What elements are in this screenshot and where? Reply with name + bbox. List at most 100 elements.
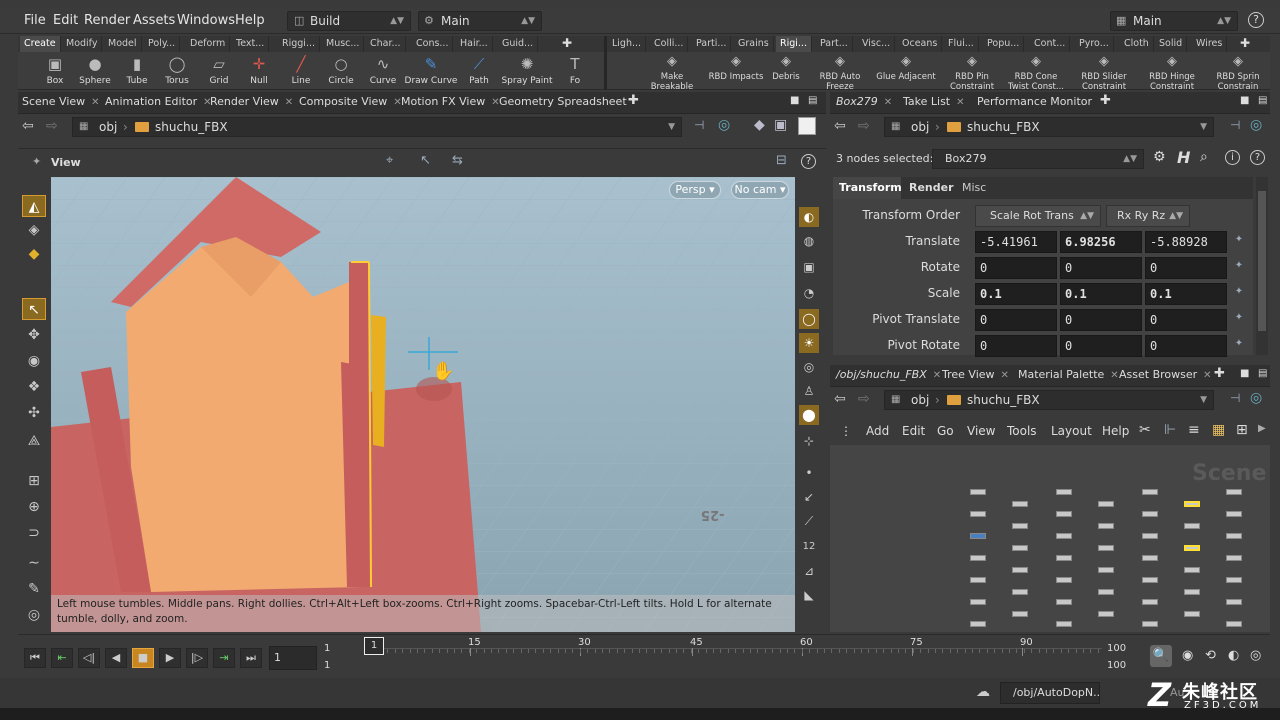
shelf-tab[interactable]: Model xyxy=(104,36,142,52)
shelf-tab[interactable]: Ligh... xyxy=(608,36,647,52)
pen-icon[interactable]: ↙ xyxy=(799,487,819,507)
shelf-tab[interactable]: Popu... xyxy=(983,36,1025,52)
shelf-tool-debris[interactable]: ◈ Debris xyxy=(756,54,816,90)
playhead[interactable]: 1 xyxy=(364,637,384,655)
help-icon[interactable]: ? xyxy=(1248,12,1264,28)
network-node[interactable] xyxy=(1226,621,1242,627)
close-icon[interactable]: ✕ xyxy=(91,97,99,108)
end-frame-2[interactable]: 100 xyxy=(1107,660,1126,671)
forward-arrow-icon[interactable]: ⇨ xyxy=(858,391,870,407)
shading-icon[interactable]: ⬤ xyxy=(799,405,819,425)
viewport-layout-icon[interactable]: ⊟ xyxy=(776,153,787,168)
grid-view-icon[interactable]: ▦ xyxy=(1212,422,1225,438)
pane-menu-icon[interactable]: ▤ xyxy=(1258,95,1267,106)
chevron-down-icon[interactable]: ▼ xyxy=(1200,118,1207,136)
param-field-z[interactable]: 0 xyxy=(1145,309,1227,331)
eye-icon[interactable]: ◎ xyxy=(22,604,46,626)
timeline-track[interactable] xyxy=(364,648,1102,668)
path-node[interactable]: shuchu_FBX xyxy=(135,118,228,136)
shelf-tab[interactable]: Wires xyxy=(1192,36,1228,52)
prev-keyframe-icon[interactable]: ⇤ xyxy=(51,648,73,668)
select-tool-icon[interactable]: ↖ xyxy=(22,298,46,320)
param-field-x[interactable]: 0 xyxy=(975,309,1057,331)
menu-help[interactable]: Help xyxy=(235,13,265,28)
search-icon[interactable]: ⌕ xyxy=(1200,149,1208,165)
magnet-icon[interactable]: ⊃ xyxy=(22,522,46,544)
target-icon[interactable]: ◎ xyxy=(799,357,819,377)
settings-icon[interactable]: ◎ xyxy=(1250,648,1261,663)
network-node[interactable] xyxy=(1142,533,1158,539)
pose-tool-icon[interactable]: ◈ xyxy=(22,219,46,241)
add-tab-icon[interactable]: ✚ xyxy=(1214,366,1225,381)
network-node[interactable] xyxy=(1056,511,1072,517)
subtab-misc[interactable]: Misc xyxy=(957,177,991,199)
shelf-tool-glue-adjacent[interactable]: ◈ Glue Adjacent xyxy=(876,54,936,90)
network-node[interactable] xyxy=(1012,523,1028,529)
step-forward-icon[interactable]: |▷ xyxy=(186,648,208,668)
gear-icon[interactable]: ⚙ xyxy=(1153,149,1166,165)
add-shelf-tab-right-icon[interactable]: ✚ xyxy=(1240,36,1250,50)
lock-icon[interactable]: ▣ xyxy=(799,257,819,277)
network-node[interactable] xyxy=(1098,545,1114,551)
move-tool-icon[interactable]: ✥ xyxy=(22,324,46,346)
cube-view-icon[interactable]: ◆ xyxy=(754,117,765,133)
tab-network-path[interactable]: /obj/shuchu_FBX ✕ xyxy=(836,368,941,381)
shelf-tab[interactable]: Flui... xyxy=(944,36,979,52)
back-arrow-icon[interactable]: ⇦ xyxy=(22,118,34,134)
path-node[interactable]: shuchu_FBX xyxy=(947,118,1040,136)
network-menu-add[interactable]: Add xyxy=(866,424,889,438)
tilde-icon[interactable]: ∼ xyxy=(22,552,46,574)
cloud-icon[interactable]: ☁ xyxy=(976,684,990,700)
network-node[interactable] xyxy=(1142,511,1158,517)
network-node[interactable] xyxy=(970,555,986,561)
subtab-render[interactable]: Render xyxy=(903,177,955,199)
chevron-down-icon[interactable]: ▼ xyxy=(1200,391,1207,409)
display-icon[interactable]: ◐ xyxy=(799,207,819,227)
menu-file[interactable]: File xyxy=(24,13,46,28)
snap-grid-icon[interactable]: ⊞ xyxy=(22,470,46,492)
loop-icon[interactable]: ⟲ xyxy=(1205,648,1216,663)
add-shelf-tab-icon[interactable]: ✚ xyxy=(562,36,572,50)
shelf-tool-rbd-auto-freeze[interactable]: ◈ RBD Auto Freeze xyxy=(810,54,870,92)
network-node[interactable] xyxy=(1098,611,1114,617)
next-keyframe-icon[interactable]: ⇥ xyxy=(213,648,235,668)
network-node[interactable] xyxy=(970,533,986,539)
viewport-title[interactable]: View xyxy=(51,156,81,169)
shelf-tab[interactable]: Cons... xyxy=(412,36,454,52)
tab-box279[interactable]: Box279 ✕ xyxy=(836,95,892,108)
forward-arrow-icon[interactable]: ⇨ xyxy=(46,118,58,134)
param-field-y[interactable]: 0.1 xyxy=(1060,283,1142,305)
maximize-icon[interactable]: ■ xyxy=(1240,95,1249,106)
network-menu-icon[interactable]: ⋮ xyxy=(840,424,852,438)
network-node[interactable] xyxy=(1226,511,1242,517)
param-field-y[interactable]: 6.98256 xyxy=(1060,231,1142,253)
shelf-tab[interactable]: Solid xyxy=(1155,36,1188,52)
link-icon[interactable]: ◎ xyxy=(1250,117,1262,133)
tab-composite-view[interactable]: Composite View ✕ xyxy=(299,95,402,108)
pin-icon[interactable]: ⊣ xyxy=(694,118,704,132)
shelf-tool-rbd-slider-constraint[interactable]: ◈ RBD Slider Constraint xyxy=(1074,54,1134,92)
tab-render-view[interactable]: Render View ✕ xyxy=(210,95,293,108)
rotate-tool-icon[interactable]: ◉ xyxy=(22,350,46,372)
tag-icon[interactable]: ⊿ xyxy=(799,561,819,581)
right-context-dropdown[interactable]: ▦ Main ▲▼ xyxy=(1110,11,1238,31)
shelf-tool-rbd-sprin-constrain[interactable]: ◈ RBD Sprin Constrain xyxy=(1208,54,1268,92)
path-root[interactable]: obj xyxy=(99,118,117,136)
viewport-menu-icon[interactable]: ✦ xyxy=(32,155,41,168)
snapshot-icon[interactable] xyxy=(798,117,816,135)
shelf-tab[interactable]: Cont... xyxy=(1030,36,1071,52)
network-node[interactable] xyxy=(1226,577,1242,583)
pin-icon[interactable]: ⊣ xyxy=(1230,118,1240,132)
param-field-x[interactable]: -5.41961 xyxy=(975,231,1057,253)
menu-edit[interactable]: Edit xyxy=(53,13,78,28)
network-node[interactable] xyxy=(1142,555,1158,561)
audio-icon[interactable]: ◐ xyxy=(1228,648,1239,663)
shelf-tool-rbd-cone-twist-const-[interactable]: ◈ RBD Cone Twist Const... xyxy=(1006,54,1066,92)
tab-animation-editor[interactable]: Animation Editor ✕ xyxy=(105,95,212,108)
shelf-tab[interactable]: Pyro... xyxy=(1075,36,1114,52)
shelf-tool-fo[interactable]: T Fo xyxy=(548,54,602,90)
menu-assets[interactable]: Assets xyxy=(133,13,175,28)
jump-end-icon[interactable]: ⏭ xyxy=(240,648,262,668)
network-node[interactable] xyxy=(1226,489,1242,495)
network-menu-layout[interactable]: Layout xyxy=(1051,424,1092,438)
